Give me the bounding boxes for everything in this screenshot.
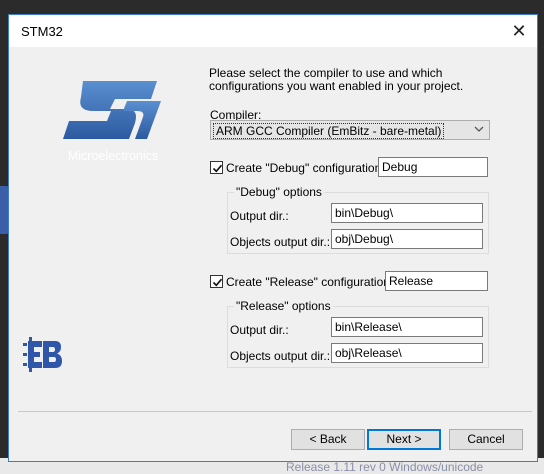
logo-caption: Microelectronics	[67, 149, 159, 163]
chevron-down-icon[interactable]	[471, 121, 487, 139]
next-button[interactable]: Next >	[367, 429, 441, 450]
debug-create-label: Create "Debug" configuration:	[226, 161, 385, 175]
background-status-text: Release 1.11 rev 0 Windows/unicode	[286, 460, 484, 474]
debug-output-dir-label: Output dir.:	[230, 209, 289, 223]
embitz-logo	[23, 337, 63, 376]
compiler-select[interactable]: ARM GCC Compiler (EmBitz - bare-metal)	[210, 120, 490, 140]
st-logo-icon	[63, 81, 161, 139]
divider	[18, 411, 532, 412]
release-output-dir-label: Output dir.:	[230, 323, 289, 337]
release-objects-dir-label: Objects output dir.:	[230, 349, 331, 363]
wizard-dialog: STM32 ✕ Microelectronics Please select t…	[8, 14, 538, 462]
window-title: STM32	[21, 24, 63, 39]
debug-checkbox[interactable]	[210, 161, 223, 174]
debug-name-input[interactable]: Debug	[378, 157, 488, 177]
cancel-button[interactable]: Cancel	[449, 429, 523, 450]
embitz-logo-icon	[23, 337, 62, 372]
back-button[interactable]: < Back	[291, 429, 365, 450]
title-bar: STM32 ✕	[9, 15, 537, 47]
debug-options-title: "Debug" options	[234, 185, 324, 199]
debug-objects-dir-input[interactable]: obj\Debug\	[331, 229, 483, 249]
release-checkbox[interactable]	[210, 275, 223, 288]
debug-objects-dir-label: Objects output dir.:	[230, 235, 331, 249]
compiler-selected-value: ARM GCC Compiler (EmBitz - bare-metal)	[212, 123, 445, 139]
st-logo: Microelectronics	[57, 73, 169, 173]
checkmark-icon	[212, 278, 223, 287]
intro-text: Please select the compiler to use and wh…	[209, 66, 464, 93]
release-create-label: Create "Release" configuration:	[226, 275, 394, 289]
release-options-title: "Release" options	[234, 299, 333, 313]
debug-output-dir-input[interactable]: bin\Debug\	[331, 203, 483, 223]
release-name-input[interactable]: Release	[385, 271, 488, 291]
checkmark-icon	[212, 164, 223, 173]
release-output-dir-input[interactable]: bin\Release\	[331, 317, 483, 337]
release-objects-dir-input[interactable]: obj\Release\	[331, 343, 483, 363]
close-button[interactable]: ✕	[501, 15, 537, 47]
